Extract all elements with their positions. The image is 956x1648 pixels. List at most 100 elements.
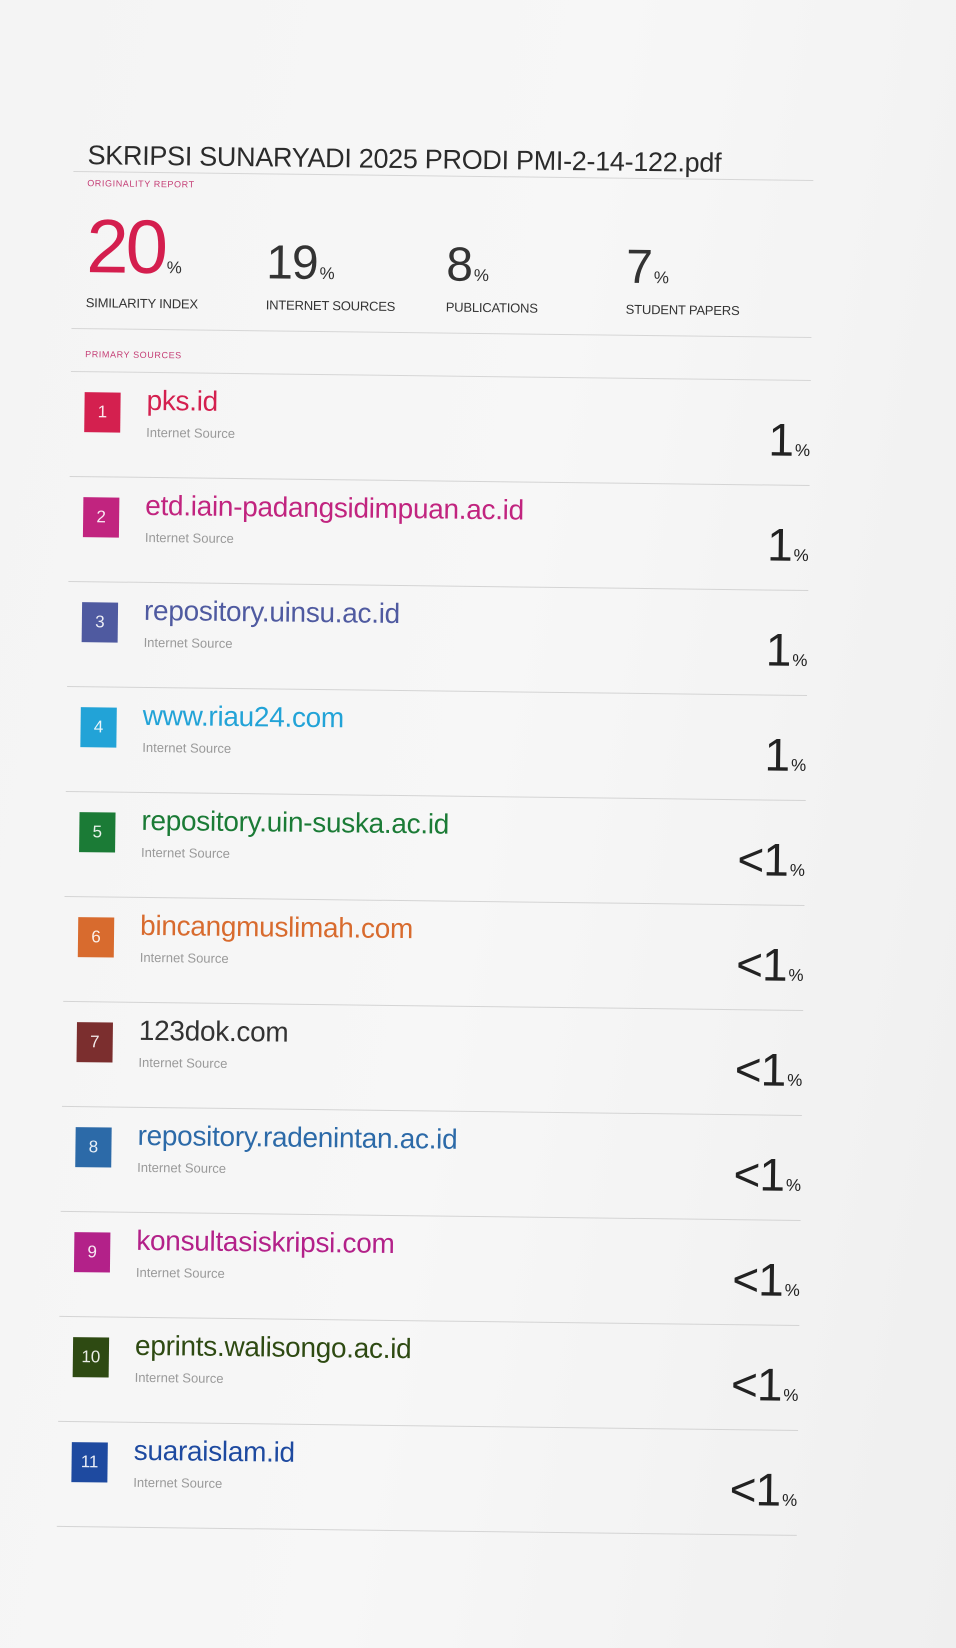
percent-sign: % [319,264,335,284]
source-percent-value: <1 [729,1463,781,1516]
source-percent-value: 1 [766,518,793,571]
publications-value: 8 [445,238,473,292]
source-percent: <1% [737,833,806,886]
student-papers-stat: 7% STUDENT PAPERS [625,240,807,319]
source-type: Internet Source [143,634,233,651]
source-type: Internet Source [137,1159,227,1176]
primary-sources-label: PRIMARY SOURCES [85,349,182,361]
stats-divider [71,327,812,339]
source-rank-badge: 9 [73,1232,111,1273]
student-papers-value: 7 [625,240,653,295]
source-percent: <1% [734,1043,803,1096]
percent-sign: % [794,440,811,461]
source-percent: 1% [768,413,811,466]
source-rank-badge: 8 [75,1127,112,1168]
student-papers-label: STUDENT PAPERS [625,301,740,319]
source-percent-value: <1 [731,1253,784,1306]
source-type: Internet Source [140,844,231,861]
source-name: pks.id [146,384,219,417]
similarity-index-label: SIMILARITY INDEX [85,295,199,312]
source-percent: 1% [765,623,808,676]
originality-report: SKRIPSI SUNARYADI 2025 PRODI PMI-2-14-12… [56,120,814,1536]
source-rank-badge: 10 [72,1337,110,1378]
source-name: repository.uin-suska.ac.id [141,804,450,840]
source-rank-badge: 11 [71,1442,108,1483]
internet-sources-label: INTERNET SOURCES [265,297,396,314]
similarity-index-value: 20 [85,204,166,291]
source-percent-value: <1 [733,1148,785,1201]
source-percent-value: <1 [735,938,787,991]
percent-sign: % [784,1280,800,1300]
source-row: 5 repository.uin-suska.ac.id Internet Sour… [64,791,806,906]
source-row: 4 www.riau24.com Internet Source 1% [65,686,808,801]
source-name: etd.iain-padangsidimpuan.ac.id [145,489,525,526]
percent-sign: % [473,265,490,286]
source-percent-value: <1 [737,833,789,886]
source-row: 2 etd.iain-padangsidimpuan.ac.id Internet … [68,476,810,592]
internet-sources-stat: 19% INTERNET SOURCES [265,236,447,314]
source-percent: 1% [764,728,807,781]
source-name: eprints.walisongo.ac.id [134,1329,412,1365]
source-percent: <1% [733,1148,802,1201]
source-percent-value: <1 [730,1358,782,1411]
source-rank-badge: 1 [84,392,121,433]
percent-sign: % [789,860,806,880]
source-rank-badge: 3 [81,602,119,643]
source-name: repository.radenintan.ac.id [137,1119,458,1155]
source-percent-value: <1 [734,1043,786,1096]
source-percent-value: 1 [765,623,791,676]
source-rank-badge: 6 [77,917,115,958]
source-row: 3 repository.uinsu.ac.id Internet Source 1% [67,581,809,696]
source-name: www.riau24.com [142,699,345,734]
source-row: 10 eprints.walisongo.ac.id Internet Source… [58,1316,800,1431]
source-percent: <1% [731,1253,800,1306]
percent-sign: % [653,268,670,288]
source-name: konsultasiskripsi.com [136,1224,395,1259]
publications-stat: 8% PUBLICATIONS [445,238,627,317]
publications-label: PUBLICATIONS [445,299,538,316]
internet-sources-value: 19 [265,236,318,290]
source-type: Internet Source [134,1369,224,1386]
source-type: Internet Source [144,529,234,546]
source-name: bincangmuslimah.com [139,909,414,945]
source-type: Internet Source [138,1054,228,1071]
percent-sign: % [790,755,807,775]
paper-background: SKRIPSI SUNARYADI 2025 PRODI PMI-2-14-12… [0,0,956,1648]
percent-sign: % [166,258,182,278]
source-row: 7 123dok.com Internet Source <1% [61,1001,804,1116]
source-rank-badge: 2 [82,497,120,538]
source-name: suaraislam.id [133,1434,295,1468]
primary-sources-list: 1 pks.id Internet Source 1% 2 etd.iain-padang… [56,370,811,1536]
source-percent-value: 1 [764,728,790,781]
source-type: Internet Source [133,1474,223,1491]
stats-summary: 20% SIMILARITY INDEX 19% INTERNET SOURCE… [72,192,813,319]
percent-sign: % [788,965,804,985]
source-percent: <1% [735,938,804,991]
source-row: 8 repository.radenintan.ac.id Internet Sou… [60,1106,802,1221]
source-percent: <1% [730,1358,799,1411]
source-row: 9 konsultasiskripsi.com Internet Source <1% [59,1211,801,1326]
source-type: Internet Source [139,949,229,966]
source-name: 123dok.com [138,1014,289,1048]
source-rank-badge: 5 [79,812,116,853]
percent-sign: % [793,545,809,566]
source-percent: 1% [766,518,809,571]
source-rank-badge: 7 [76,1022,113,1063]
source-type: Internet Source [146,424,236,441]
source-rank-badge: 4 [80,707,117,748]
source-type: Internet Source [142,739,232,756]
source-name: repository.uinsu.ac.id [143,594,401,630]
source-type: Internet Source [135,1264,225,1281]
similarity-index-stat: 20% SIMILARITY INDEX [85,204,267,312]
source-row: 11 suaraislam.id Internet Source <1% [56,1421,799,1536]
source-percent-value: 1 [768,413,794,466]
percent-sign: % [785,1175,802,1195]
report-title: SKRIPSI SUNARYADI 2025 PRODI PMI-2-14-12… [87,140,722,178]
percent-sign: % [787,1070,803,1090]
source-row: 6 bincangmuslimah.com Internet Source <1% [63,896,805,1011]
percent-sign: % [781,1490,798,1510]
source-percent: <1% [729,1463,798,1516]
source-row: 1 pks.id Internet Source 1% [69,370,811,487]
percent-sign: % [792,650,808,671]
percent-sign: % [783,1385,799,1405]
